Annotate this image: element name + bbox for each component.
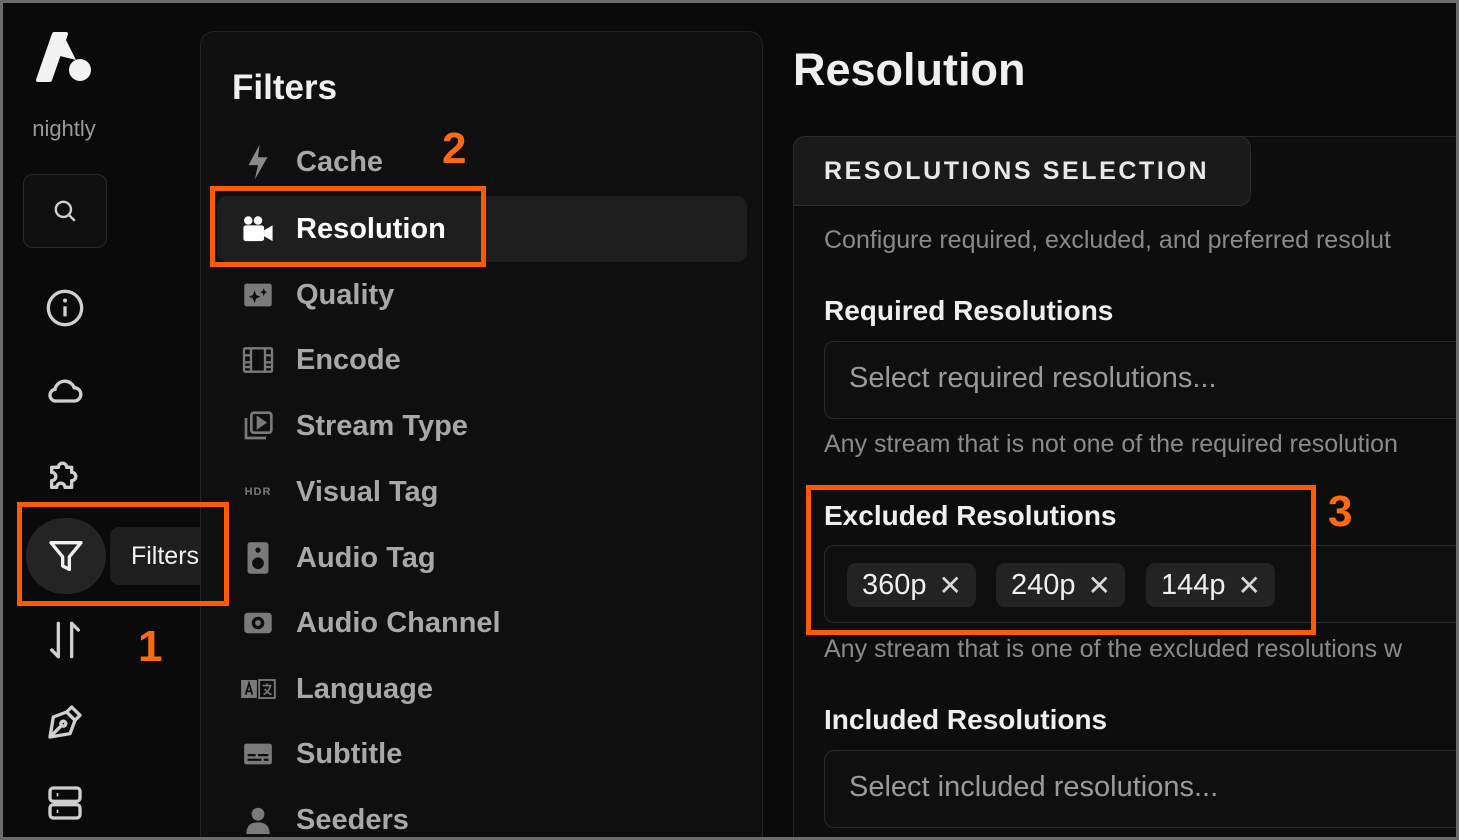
nav-item-subtitle[interactable]: Subtitle	[217, 721, 747, 787]
annotation-step-3: 3	[1328, 487, 1353, 536]
nav-item-label: Language	[296, 672, 433, 705]
nav-item-label: Visual Tag	[296, 475, 439, 508]
annotation-box-excluded	[806, 485, 1316, 635]
included-resolutions-placeholder: Select included resolutions...	[849, 771, 1219, 803]
search-button[interactable]	[23, 174, 107, 248]
nav-item-audio-tag[interactable]: Audio Tag	[217, 525, 747, 591]
hdr-icon: HDR	[244, 486, 272, 498]
panel-title: Filters	[232, 68, 338, 107]
annotation-box-filters	[17, 502, 229, 606]
puzzle-icon[interactable]	[40, 449, 90, 499]
section-description: Configure required, excluded, and prefer…	[824, 226, 1392, 254]
included-resolutions-select[interactable]: Select included resolutions...	[824, 750, 1459, 828]
annotation-step-2: 2	[442, 124, 467, 173]
surround-icon	[233, 603, 283, 643]
user-icon	[233, 800, 283, 840]
play-stack-icon	[233, 406, 283, 446]
required-resolutions-select[interactable]: Select required resolutions...	[824, 341, 1459, 419]
subtitles-icon	[233, 734, 283, 774]
nav-item-label: Quality	[296, 278, 395, 311]
nav-item-label: Audio Tag	[296, 541, 436, 574]
nav-item-label: Stream Type	[296, 409, 468, 442]
nav-item-language[interactable]: Language	[217, 656, 747, 722]
film-icon	[233, 340, 283, 380]
annotation-box-resolution	[210, 186, 486, 267]
included-resolutions-label: Included Resolutions	[824, 704, 1108, 735]
required-resolutions-help: Any stream that is not one of the requir…	[824, 430, 1398, 458]
app-logo-icon[interactable]	[36, 30, 94, 86]
annotation-step-1: 1	[138, 622, 163, 671]
required-resolutions-placeholder: Select required resolutions...	[849, 362, 1217, 394]
cloud-icon[interactable]	[40, 366, 90, 416]
excluded-resolutions-help: Any stream that is one of the excluded r…	[824, 635, 1403, 663]
bolt-icon	[233, 142, 283, 182]
sidebar-rail: nightly Filters	[0, 0, 220, 840]
translate-icon	[233, 669, 283, 709]
speaker-icon	[233, 538, 283, 578]
nav-item-label: Audio Channel	[296, 606, 501, 639]
nav-item-seeders[interactable]: Seeders	[217, 787, 747, 840]
required-resolutions-label: Required Resolutions	[824, 295, 1114, 326]
sort-arrows-icon[interactable]	[40, 615, 90, 665]
filters-panel: Filters Cache Resolution Quality Encode …	[200, 31, 763, 840]
page-title: Resolution	[793, 44, 1026, 95]
pen-icon[interactable]	[40, 697, 90, 747]
nav-item-label: Subtitle	[296, 737, 403, 770]
nav-item-label: Encode	[296, 343, 401, 376]
nav-item-label: Seeders	[296, 803, 409, 836]
nav-item-stream-type[interactable]: Stream Type	[217, 393, 747, 459]
sparkle-film-icon	[233, 275, 283, 315]
brand-name: nightly	[32, 116, 96, 141]
nav-item-encode[interactable]: Encode	[217, 327, 747, 393]
section-tab-resolutions-selection[interactable]: RESOLUTIONS SELECTION	[793, 136, 1251, 206]
nav-item-visual-tag[interactable]: HDR Visual Tag	[217, 459, 747, 525]
search-icon	[54, 200, 76, 222]
nav-item-label: Cache	[296, 145, 384, 178]
info-icon[interactable]	[40, 283, 90, 333]
nav-item-quality[interactable]: Quality	[217, 262, 747, 328]
server-icon[interactable]	[40, 778, 90, 828]
nav-item-audio-channel[interactable]: Audio Channel	[217, 590, 747, 656]
